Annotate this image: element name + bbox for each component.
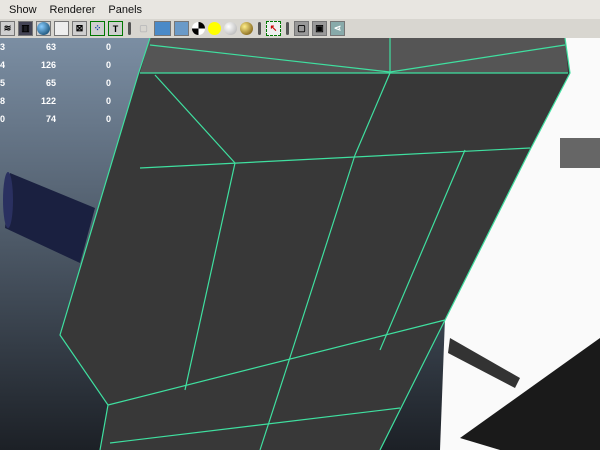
stats-row-faces: 5 65 0 xyxy=(0,74,111,92)
film-gate-icon[interactable]: ▥ xyxy=(18,21,33,36)
stat-value: 3 xyxy=(0,42,6,52)
stats-row-uvs: 0 74 0 xyxy=(0,110,111,128)
stat-value: 0 xyxy=(105,42,111,52)
separator xyxy=(128,22,131,35)
menu-renderer[interactable]: Renderer xyxy=(50,4,96,16)
stats-row-verts: 3 63 0 xyxy=(0,38,111,56)
wireframe-cube-icon[interactable]: ▢ xyxy=(136,21,151,36)
stat-value: 122 xyxy=(40,96,56,106)
shaded-sphere-icon[interactable] xyxy=(36,21,51,36)
stat-value: 74 xyxy=(45,114,56,124)
stat-value: 0 xyxy=(0,114,6,124)
xray-icon[interactable] xyxy=(54,21,69,36)
stat-value: 4 xyxy=(0,60,6,70)
uv-icon[interactable]: ⁘ xyxy=(90,21,105,36)
share-icon[interactable]: ⋖ xyxy=(330,21,345,36)
separator xyxy=(286,22,289,35)
checker-icon[interactable] xyxy=(192,22,205,35)
menu-show[interactable]: Show xyxy=(9,4,37,16)
frame-icon[interactable]: ▣ xyxy=(312,21,327,36)
smooth-shade-icon[interactable] xyxy=(154,21,171,36)
stat-value: 0 xyxy=(105,60,111,70)
default-material-icon[interactable] xyxy=(224,22,237,35)
stat-value: 0 xyxy=(105,96,111,106)
heads-up-poly-count: 3 63 0 4 126 0 5 65 0 8 122 0 0 74 0 xyxy=(0,38,111,128)
grid-icon[interactable]: ⊠ xyxy=(72,21,87,36)
stat-value: 8 xyxy=(0,96,6,106)
menu-panels[interactable]: Panels xyxy=(108,4,142,16)
gold-material-icon[interactable] xyxy=(240,22,253,35)
stat-value: 0 xyxy=(105,78,111,88)
menu-bar: Show Renderer Panels xyxy=(0,0,600,19)
stats-row-edges: 4 126 0 xyxy=(0,56,111,74)
isolate-icon[interactable]: ▢ xyxy=(294,21,309,36)
panel-toolbar: ≋ ▥ ⊠ ⁘ T ▢ ↖ ▢ ▣ ⋖ xyxy=(0,19,600,38)
stat-value: 63 xyxy=(45,42,56,52)
stats-row-tris: 8 122 0 xyxy=(0,92,111,110)
flat-shade-icon[interactable] xyxy=(174,21,189,36)
stat-value: 0 xyxy=(105,114,111,124)
layers-icon[interactable]: ≋ xyxy=(0,21,15,36)
stat-value: 126 xyxy=(40,60,56,70)
text-icon[interactable]: T xyxy=(108,21,123,36)
light-icon[interactable] xyxy=(208,22,221,35)
select-region-icon[interactable]: ↖ xyxy=(266,21,281,36)
separator xyxy=(258,22,261,35)
stat-value: 5 xyxy=(0,78,6,88)
stat-value: 65 xyxy=(45,78,56,88)
